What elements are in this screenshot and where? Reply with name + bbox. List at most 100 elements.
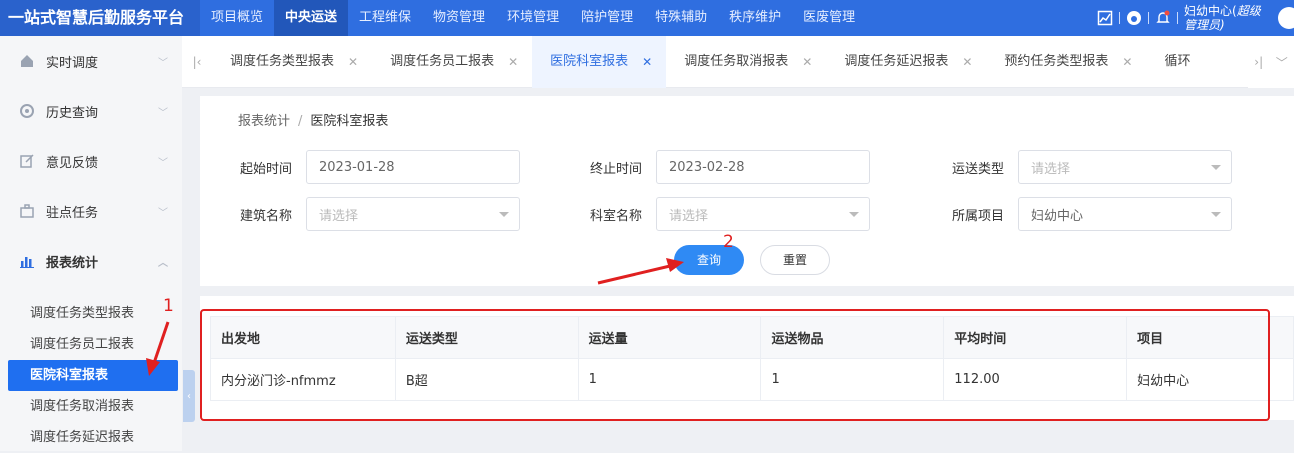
end-time-label: 终止时间	[589, 161, 642, 177]
table-cell: B超	[394, 358, 579, 401]
placeholder: 请选择	[669, 208, 709, 224]
home-icon	[20, 54, 34, 68]
column-header[interactable]: 运送量	[577, 316, 762, 359]
transport-type-select[interactable]: 请选择	[1018, 150, 1232, 184]
chevron-down-icon: ﹀	[158, 207, 168, 219]
filter-end-row: 终止时间 2023-02-28	[550, 150, 870, 184]
dropdown-arrow-icon	[499, 212, 509, 217]
dropdown-arrow-icon	[1211, 212, 1221, 217]
sidebar-item-label: 报表统计	[46, 255, 99, 271]
table-cell: 内分泌门诊-nfmmz	[210, 358, 396, 401]
avatar[interactable]	[1278, 7, 1294, 29]
top-bar: 一站式智慧后勤服务平台 项目概览 中央运送 工程维保 物资管理 环境管理 陪护管…	[0, 0, 1294, 36]
column-header[interactable]: 出发地	[210, 316, 396, 359]
history-icon	[20, 104, 34, 118]
column-header[interactable]: 项目	[1126, 316, 1294, 359]
sidebar-collapse-handle[interactable]: ‹	[183, 370, 195, 422]
app-title: 一站式智慧后勤服务平台	[0, 0, 200, 36]
dropdown-arrow-icon	[1211, 165, 1221, 170]
sidebar-subitem-task-delay[interactable]: 调度任务延迟报表	[0, 422, 182, 453]
sidebar-item-label: 驻点任务	[46, 205, 99, 221]
user-org: 妇幼中心(	[1184, 4, 1237, 18]
topnav-item-special[interactable]: 特殊辅助	[644, 0, 718, 36]
column-header[interactable]: 运送物品	[760, 316, 945, 359]
tab-label: 调度任务员工报表	[390, 53, 495, 69]
tab-scroll-left-icon[interactable]: |‹	[182, 55, 212, 69]
dropdown-arrow-icon	[849, 212, 859, 217]
placeholder: 请选择	[319, 208, 359, 224]
table-cell: 1	[577, 358, 762, 401]
breadcrumb-root[interactable]: 报表统计	[238, 114, 290, 129]
sidebar-subitem-task-staff[interactable]: 调度任务员工报表	[0, 329, 182, 360]
sidebar-item-station[interactable]: 驻点任务 ﹀	[0, 186, 182, 236]
table-cell: 妇幼中心	[1126, 358, 1294, 401]
tab-task-staff[interactable]: 调度任务员工报表 ✕	[372, 36, 532, 88]
tab-bar: |‹ 调度任务类型报表 ✕ 调度任务员工报表 ✕ 医院科室报表 ✕ 调度任务取消报表 ✕…	[182, 35, 1294, 88]
tab-task-cancel[interactable]: 调度任务取消报表 ✕	[666, 36, 826, 88]
select-value: 妇幼中心	[1031, 208, 1084, 224]
tab-scroll-right-icon[interactable]: ›|	[1254, 55, 1263, 69]
start-time-input[interactable]: 2023-01-28	[306, 150, 520, 184]
chevron-down-icon[interactable]: ﹀	[1276, 54, 1288, 71]
tab-task-delay[interactable]: 调度任务延迟报表 ✕	[826, 36, 986, 88]
topnav-item-order[interactable]: 秩序维护	[718, 0, 792, 36]
edit-icon	[20, 154, 34, 168]
tab-cycle[interactable]: 循环	[1146, 36, 1190, 88]
tab-label: 医院科室报表	[550, 53, 629, 69]
chevron-left-icon: ‹	[187, 390, 191, 402]
close-icon[interactable]: ✕	[962, 36, 972, 88]
divider	[1148, 12, 1149, 24]
dept-label: 科室名称	[589, 208, 642, 224]
sidebar: 实时调度 ﹀ 历史查询 ﹀ 意见反馈 ﹀ 驻点任务 ﹀ 报表统计 ︿ 调度任务类…	[0, 36, 182, 451]
end-time-input[interactable]: 2023-02-28	[656, 150, 870, 184]
chevron-down-icon: ﹀	[158, 107, 168, 119]
tab-dept[interactable]: 医院科室报表 ✕	[532, 35, 667, 88]
start-time-label: 起始时间	[239, 161, 292, 177]
tab-label: 调度任务类型报表	[230, 53, 335, 69]
topnav-item-maintenance[interactable]: 工程维保	[348, 0, 422, 36]
sidebar-item-history[interactable]: 历史查询 ﹀	[0, 86, 182, 136]
chevron-up-icon: ︿	[158, 257, 168, 269]
column-header[interactable]: 平均时间	[943, 316, 1128, 359]
topnav-item-materials[interactable]: 物资管理	[422, 0, 496, 36]
reset-button[interactable]: 重置	[760, 245, 830, 275]
sidebar-subitem-dept[interactable]: 医院科室报表	[8, 360, 178, 391]
filter-start-row: 起始时间 2023-01-28	[200, 150, 520, 184]
dashboard-icon[interactable]	[1126, 10, 1142, 26]
sidebar-item-label: 历史查询	[46, 105, 99, 121]
filter-panel: 报表统计 / 医院科室报表 起始时间 2023-01-28 终止时间 2023-02…	[200, 96, 1294, 286]
project-select[interactable]: 妇幼中心	[1018, 197, 1232, 231]
tab-scroll-controls: ›| ﹀	[1248, 36, 1294, 88]
user-info[interactable]: 妇幼中心(超级管理员)	[1184, 4, 1272, 32]
sidebar-subitem-task-cancel[interactable]: 调度任务取消报表	[0, 391, 182, 422]
close-icon[interactable]: ✕	[508, 36, 518, 88]
chart-icon[interactable]	[1097, 10, 1113, 26]
building-select[interactable]: 请选择	[306, 197, 520, 231]
table-row[interactable]: 内分泌门诊-nfmmz B超 1 1 112.00 妇幼中心	[210, 358, 1294, 401]
topnav-item-medical-waste[interactable]: 医废管理	[792, 0, 866, 36]
close-icon[interactable]: ✕	[642, 36, 652, 88]
topnav-item-escort[interactable]: 陪护管理	[570, 0, 644, 36]
project-label: 所属项目	[951, 208, 1004, 224]
briefcase-icon	[20, 204, 34, 218]
sidebar-subitem-task-type[interactable]: 调度任务类型报表	[0, 298, 182, 329]
sidebar-item-label: 实时调度	[46, 55, 99, 71]
dept-select[interactable]: 请选择	[656, 197, 870, 231]
tab-task-type[interactable]: 调度任务类型报表 ✕	[212, 36, 372, 88]
table-cell: 1	[760, 358, 945, 401]
sidebar-item-realtime[interactable]: 实时调度 ﹀	[0, 36, 182, 86]
tab-booking-type[interactable]: 预约任务类型报表 ✕	[986, 36, 1146, 88]
column-header[interactable]: 运送类型	[394, 316, 579, 359]
topnav-item-transport[interactable]: 中央运送	[274, 0, 349, 36]
top-nav: 项目概览 中央运送 工程维保 物资管理 环境管理 陪护管理 特殊辅助 秩序维护 …	[200, 0, 866, 36]
close-icon[interactable]: ✕	[348, 36, 358, 88]
sidebar-item-reports[interactable]: 报表统计 ︿	[0, 236, 182, 286]
bell-icon[interactable]	[1155, 10, 1171, 26]
sidebar-item-feedback[interactable]: 意见反馈 ﹀	[0, 136, 182, 186]
close-icon[interactable]: ✕	[1122, 36, 1132, 88]
topnav-item-environment[interactable]: 环境管理	[496, 0, 570, 36]
chevron-down-icon: ﹀	[158, 57, 168, 69]
topnav-item-overview[interactable]: 项目概览	[200, 0, 274, 36]
close-icon[interactable]: ✕	[802, 36, 812, 88]
